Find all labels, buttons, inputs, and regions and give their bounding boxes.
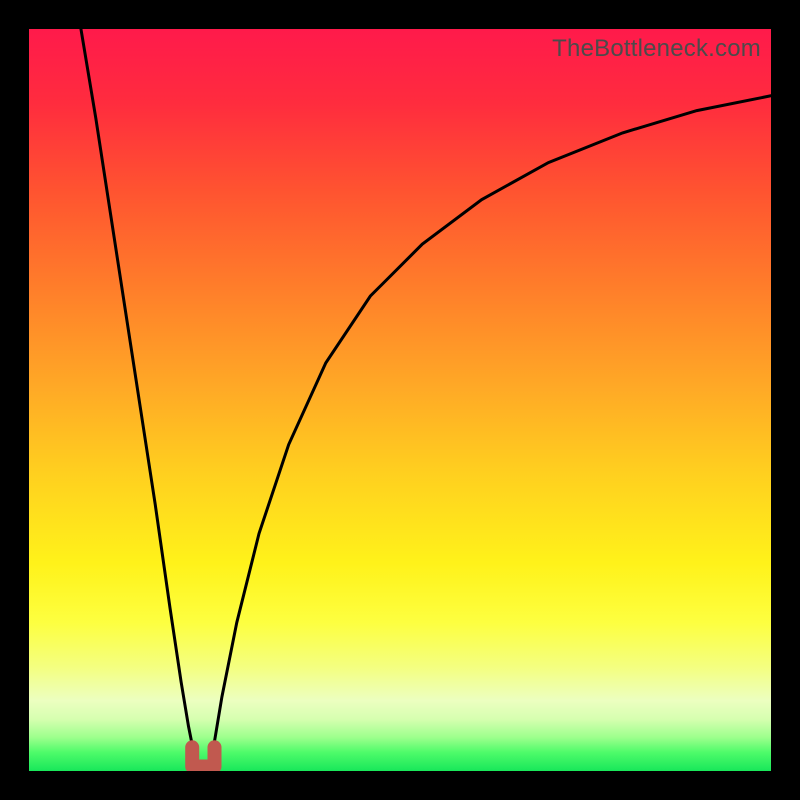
minimum-marker — [192, 747, 214, 766]
curve-right-branch — [209, 96, 771, 771]
curve-left-branch — [81, 29, 198, 771]
plot-frame: TheBottleneck.com — [29, 29, 771, 771]
curves-layer — [29, 29, 771, 771]
